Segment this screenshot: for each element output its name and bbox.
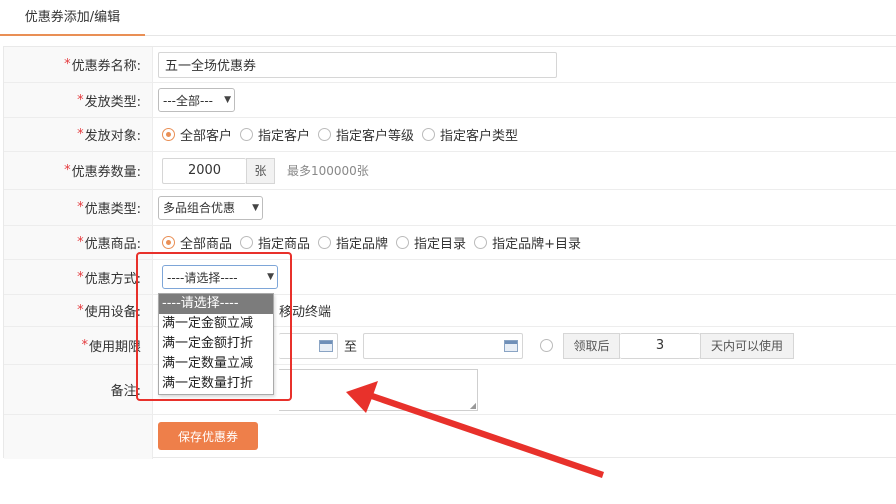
row-target: * 发放对象: 全部客户 指定客户 指定客户等级 指定客户类型 xyxy=(4,118,896,152)
quantity-input[interactable]: 2000 xyxy=(162,157,246,184)
required-mark: * xyxy=(77,269,84,285)
radio-dot xyxy=(162,236,175,249)
radio-dot xyxy=(240,236,254,249)
radio-dot xyxy=(422,128,436,141)
discount-type-label: 优惠类型: xyxy=(84,202,141,217)
remark-textarea[interactable]: ◢ xyxy=(279,368,478,411)
required-mark: * xyxy=(64,57,71,72)
chevron-down-icon: ▼ xyxy=(252,202,259,213)
radio-customer-type[interactable]: 指定客户类型 xyxy=(422,125,518,144)
required-mark: * xyxy=(77,127,84,142)
quantity-hint: 最多100000张 xyxy=(287,164,369,178)
row-coupon-name: * 优惠券名称: 五一全场优惠券 xyxy=(4,47,896,83)
calendar-icon[interactable] xyxy=(319,339,333,352)
period-end-input[interactable] xyxy=(363,332,524,359)
method-label: 优惠方式: xyxy=(84,271,141,287)
coupon-name-label: 优惠券名称: xyxy=(71,59,141,74)
row-save xyxy=(4,415,896,459)
radio-dot xyxy=(240,128,254,141)
tab-coupon-edit[interactable]: 优惠券添加/编辑 xyxy=(0,0,145,36)
quantity-unit: 张 xyxy=(246,157,275,184)
radio-all-customers[interactable]: 全部客户 xyxy=(162,125,232,144)
period-suffix: 天内可以使用 xyxy=(700,332,795,359)
radio-specific-brand[interactable]: 指定品牌 xyxy=(318,233,388,252)
required-mark: * xyxy=(64,163,71,178)
tab-bar: 优惠券添加/编辑 xyxy=(0,0,896,36)
radio-relative-period[interactable] xyxy=(540,339,554,352)
calendar-icon[interactable] xyxy=(504,339,519,352)
issue-type-label: 发放类型: xyxy=(84,94,141,110)
required-mark: * xyxy=(81,338,88,353)
radio-dot xyxy=(396,236,410,249)
discount-type-select[interactable]: 多品组合优惠 ▼ xyxy=(158,195,263,220)
radio-dot xyxy=(474,236,488,249)
row-quantity: * 优惠券数量: 2000 张 最多100000张 xyxy=(4,152,896,190)
goods-label: 优惠商品: xyxy=(84,237,141,252)
required-mark: * xyxy=(77,200,84,215)
radio-customer-level[interactable]: 指定客户等级 xyxy=(318,125,414,144)
device-label: 使用设备: xyxy=(84,305,141,320)
radio-specific-goods[interactable]: 指定商品 xyxy=(240,233,310,252)
required-mark: * xyxy=(77,303,84,318)
quantity-label: 优惠券数量: xyxy=(71,165,141,180)
period-label: 使用期限 xyxy=(88,340,141,355)
radio-all-goods[interactable]: 全部商品 xyxy=(162,233,232,252)
row-issue-type: * 发放类型: ---全部--- ▼ xyxy=(4,83,896,118)
period-days-input[interactable]: 3 xyxy=(620,332,701,359)
radio-dot xyxy=(318,128,332,141)
radio-dot xyxy=(318,236,332,249)
resize-handle-icon[interactable]: ◢ xyxy=(470,401,476,410)
required-mark: * xyxy=(77,235,84,250)
radio-specific-customer[interactable]: 指定客户 xyxy=(240,125,310,144)
radio-brand-catalog[interactable]: 指定品牌+目录 xyxy=(474,233,581,252)
annotation-highlight-box xyxy=(136,252,292,401)
period-prefix: 领取后 xyxy=(563,332,621,359)
chevron-down-icon: ▼ xyxy=(224,95,231,105)
required-mark: * xyxy=(77,92,84,108)
issue-type-select[interactable]: ---全部--- ▼ xyxy=(158,88,235,112)
target-label: 发放对象: xyxy=(84,129,141,144)
radio-specific-catalog[interactable]: 指定目录 xyxy=(396,233,466,252)
radio-dot xyxy=(162,128,175,141)
period-to-label: 至 xyxy=(344,340,358,355)
save-coupon-button[interactable]: 保存优惠券 xyxy=(158,422,258,450)
row-discount-type: * 优惠类型: 多品组合优惠 ▼ xyxy=(4,190,896,226)
coupon-name-input[interactable]: 五一全场优惠券 xyxy=(158,51,557,78)
